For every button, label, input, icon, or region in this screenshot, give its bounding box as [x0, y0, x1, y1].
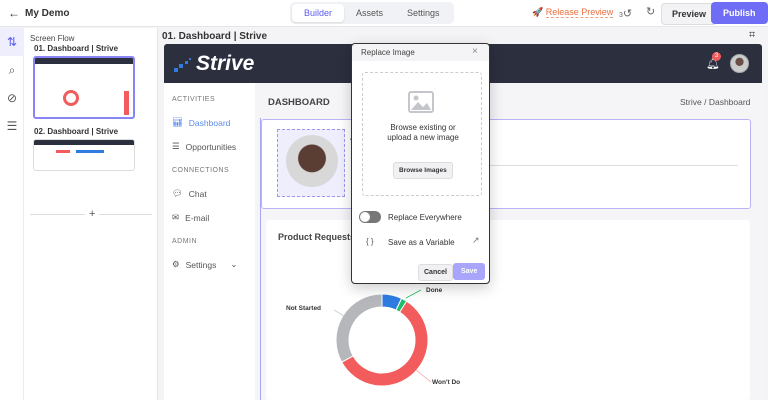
chat-icon: 💬︎ — [172, 188, 183, 198]
screen-name: 01. Dashboard | Strive — [34, 44, 119, 53]
user-avatar[interactable] — [730, 54, 749, 73]
tab-assets[interactable]: Assets — [344, 4, 395, 22]
release-preview-label: Release Preview — [545, 7, 614, 18]
save-button[interactable]: Save — [453, 263, 486, 280]
tab-builder[interactable]: Builder — [292, 4, 345, 22]
label-not-started: Not Started — [286, 305, 322, 312]
nav-label: E-mail — [185, 212, 210, 223]
search-icon[interactable]: ⌕ — [0, 56, 24, 84]
add-screen-button[interactable]: + — [85, 208, 100, 220]
app-logo: Strive — [196, 52, 255, 75]
screen-flow-title: Screen Flow — [30, 34, 75, 43]
label-leader-line — [405, 289, 422, 299]
external-link-icon[interactable]: ↗ — [472, 235, 480, 246]
notification-badge: 3 — [712, 52, 721, 61]
section-connections: CONNECTIONS — [172, 167, 230, 174]
replace-image-modal: Replace Image × Browse existing or uploa… — [351, 43, 490, 284]
nav-opportunities[interactable]: ☰ Opportunities — [172, 141, 236, 152]
strive-logo-icon — [174, 58, 194, 72]
chevron-down-icon: ⌄ — [230, 259, 238, 269]
divider — [488, 165, 738, 166]
screen-name: 02. Dashboard | Strive — [34, 127, 119, 136]
nav-label: Chat — [188, 188, 207, 199]
nav-label: Opportunities — [185, 141, 237, 152]
section-activities: ACTIVITIES — [172, 96, 216, 103]
browse-images-button[interactable]: Browse Images — [393, 162, 453, 179]
profile-photo[interactable] — [286, 135, 338, 187]
canvas-title: 01. Dashboard | Strive — [162, 31, 268, 42]
tree-list-icon[interactable]: ☰ — [0, 112, 24, 140]
back-arrow-icon[interactable]: ← — [8, 6, 20, 20]
cancel-button[interactable]: Cancel — [418, 264, 453, 281]
save-variable-label[interactable]: Save as a Variable — [388, 238, 455, 247]
rocket-icon: 🚀 — [532, 7, 544, 17]
breadcrumb-item: Dashboard — [708, 97, 751, 107]
left-rail: ⇅ ⌕ ⊘ ☰ — [0, 28, 24, 400]
release-preview-link[interactable]: 🚀 Release Preview — [532, 7, 614, 18]
screen-flow-icon[interactable]: ⇅ — [0, 28, 24, 56]
drop-zone-text: Browse existing or upload a new image — [387, 123, 459, 142]
project-name: My Demo — [25, 8, 70, 19]
replace-everywhere-toggle[interactable] — [359, 211, 381, 223]
replace-everywhere-label: Replace Everywhere — [388, 213, 462, 222]
undo-button[interactable]: 3↺ — [619, 7, 632, 20]
nav-email[interactable]: ✉ E-mail — [172, 212, 209, 223]
list-icon: ☰ — [172, 141, 180, 151]
label-wont-do: Won't Do — [432, 379, 461, 386]
label-done: Done — [426, 287, 443, 294]
section-admin: ADMIN — [172, 238, 198, 245]
app-sidebar: ACTIVITIES 📊︎ Dashboard ☰ Opportunities CO… — [164, 83, 255, 400]
mail-icon: ✉ — [172, 212, 180, 222]
image-drop-zone[interactable]: Browse existing or upload a new image Br… — [362, 72, 482, 196]
variable-braces-icon: { } — [366, 237, 374, 246]
screen-flow-panel: Screen Flow 01. Dashboard | Strive 02. D… — [24, 28, 158, 400]
redo-icon[interactable]: ↻ — [646, 5, 655, 18]
top-bar: ← My Demo Builder Assets Settings 🚀 Rele… — [0, 0, 768, 27]
label-leader-line — [333, 309, 345, 317]
close-icon[interactable]: × — [472, 46, 478, 57]
breadcrumb-item[interactable]: Strive — [680, 97, 702, 107]
modal-title: Replace Image — [361, 48, 415, 57]
product-requests-card: Product Requests Done Not Started Won't … — [266, 220, 750, 400]
label-leader-line — [415, 369, 432, 383]
image-placeholder[interactable] — [277, 129, 345, 197]
tab-settings[interactable]: Settings — [395, 4, 452, 22]
donut-slice-not-started — [335, 293, 383, 363]
chart-icon: 📊︎ — [172, 117, 183, 127]
fit-frame-icon[interactable]: ⌗ — [749, 29, 755, 42]
nav-settings[interactable]: ⚙ Settings ⌄ — [172, 259, 237, 270]
nav-label: Dashboard — [188, 117, 231, 128]
hidden-eye-icon[interactable]: ⊘ — [0, 84, 24, 112]
screen-thumbnail[interactable] — [33, 56, 135, 119]
nav-dashboard[interactable]: 📊︎ Dashboard — [172, 117, 230, 128]
preview-button[interactable]: Preview — [661, 3, 718, 25]
profile-card: J — [261, 119, 751, 209]
breadcrumb: Strive / Dashboard — [680, 97, 751, 107]
page-title: DASHBOARD — [268, 97, 330, 108]
gears-icon: ⚙ — [172, 259, 180, 269]
mode-tabs: Builder Assets Settings — [290, 2, 454, 24]
nav-chat[interactable]: 💬︎ Chat — [172, 188, 207, 199]
undo-icon: ↺ — [622, 8, 633, 20]
nav-label: Settings — [185, 259, 217, 270]
selection-guide — [260, 118, 261, 400]
donut-chart — [333, 289, 432, 387]
publish-button[interactable]: Publish — [711, 2, 768, 24]
image-icon — [408, 91, 434, 113]
screen-thumbnail[interactable] — [33, 139, 135, 171]
